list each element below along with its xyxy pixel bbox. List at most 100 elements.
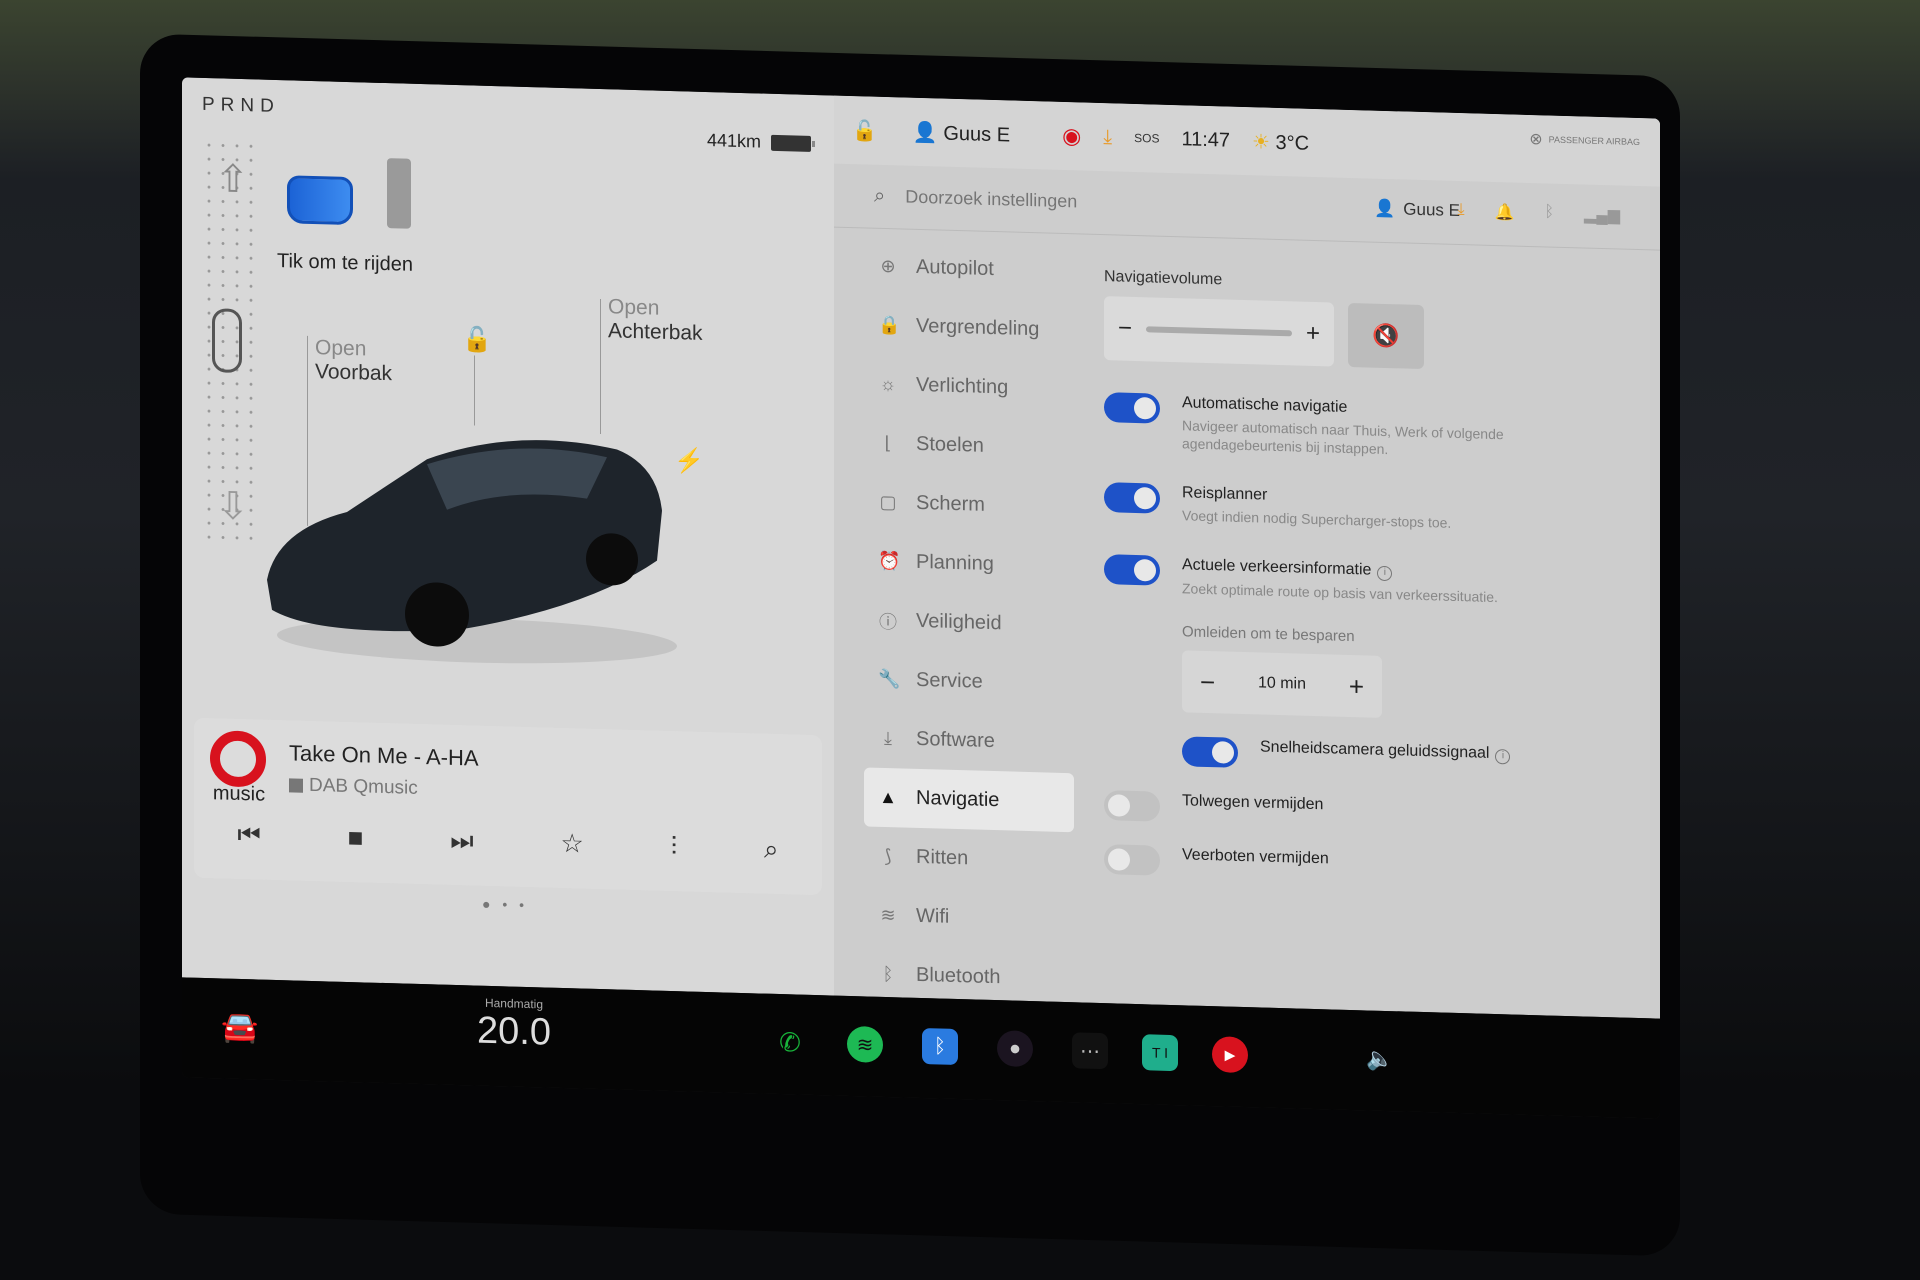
display-icon: ▢: [879, 491, 897, 513]
trip-planner-option: Reisplanner Voegt indien nodig Superchar…: [1104, 482, 1624, 537]
favorite-star-button[interactable]: ☆: [560, 828, 583, 861]
open-trunk-button[interactable]: Open Achterbak: [608, 295, 703, 346]
detour-increase-button[interactable]: +: [1349, 670, 1364, 701]
car-model-image[interactable]: [257, 409, 677, 671]
sidebar-item-stoelen[interactable]: ⌊ Stoelen: [864, 413, 1074, 478]
settings-panel: 🔓 👤 Guus E ◉ ⤓ SOS 11:47 ☀ 3°C ⊗ PASSENGE…: [834, 95, 1660, 1019]
detour-label: Omleiden om te besparen: [1182, 623, 1355, 646]
sidebar-item-service[interactable]: 🔧 Service: [864, 649, 1074, 714]
qmusic-logo-text: music: [212, 782, 266, 806]
sidebar-item-software[interactable]: ⤓ Software: [864, 708, 1074, 773]
settings-profile[interactable]: 👤 Guus E: [1374, 199, 1460, 221]
more-apps-icon[interactable]: ⋯: [1072, 1032, 1108, 1070]
bell-icon[interactable]: 🔔: [1495, 202, 1515, 223]
qmusic-ring-icon: [210, 730, 266, 788]
avoid-ferries-option: Veerboten vermijden: [1104, 844, 1624, 889]
sidebar-item-wifi[interactable]: ≋ Wifi: [864, 885, 1074, 950]
volume-icon[interactable]: 🔈: [1362, 1040, 1398, 1077]
sidebar-item-vergrendeling[interactable]: 🔒 Vergrendeling: [864, 295, 1074, 360]
nav-volume-control: − +: [1104, 296, 1334, 367]
mute-button[interactable]: 🔇: [1348, 302, 1424, 370]
trip-planner-title: Reisplanner: [1182, 484, 1268, 504]
avoid-ferries-title: Veerboten vermijden: [1182, 846, 1329, 868]
station-name: DAB Qmusic: [289, 774, 418, 800]
speed-camera-toggle[interactable]: [1182, 736, 1238, 768]
accelerator-pedal-icon: [387, 158, 411, 229]
sidebar-item-planning[interactable]: ⏰ Planning: [864, 531, 1074, 596]
sidebar-item-label: Bluetooth: [916, 963, 1001, 989]
touchscreen: PRND 441km ⇧ ⇩ Tik om te rijden Open Voo…: [182, 77, 1660, 1119]
volume-up-button[interactable]: +: [1306, 320, 1320, 348]
settings-profile-name: Guus E: [1403, 199, 1460, 221]
sidebar-item-verlichting[interactable]: ☼ Verlichting: [864, 354, 1074, 419]
frunk-label: Voorbak: [315, 360, 393, 386]
speed-camera-option: Snelheidscamera geluidssignaal i: [1182, 736, 1624, 778]
equalizer-button[interactable]: ⫶: [671, 831, 678, 863]
previous-track-button[interactable]: ⏮: [237, 819, 260, 852]
car-panel: PRND 441km ⇧ ⇩ Tik om te rijden Open Voo…: [182, 77, 834, 996]
sun-icon: ☀: [1252, 130, 1270, 154]
avoid-tolls-toggle[interactable]: [1104, 790, 1160, 822]
sidebar-item-scherm[interactable]: ▢ Scherm: [864, 472, 1074, 537]
phone-icon[interactable]: ✆: [772, 1024, 808, 1061]
user-icon: 👤: [1374, 198, 1396, 219]
media-search-button[interactable]: ⌕: [764, 834, 779, 866]
info-icon[interactable]: i: [1377, 565, 1393, 582]
lte-signal-icon: ▂▄▆: [1584, 206, 1620, 225]
avoid-ferries-toggle[interactable]: [1104, 844, 1160, 876]
sidebar-item-label: Stoelen: [916, 432, 984, 457]
auto-nav-toggle[interactable]: [1104, 392, 1160, 424]
unlock-icon[interactable]: 🔓: [462, 325, 492, 355]
clock: 11:47: [1181, 127, 1231, 152]
charge-port-icon[interactable]: ⚡: [674, 446, 704, 476]
nav-volume-slider[interactable]: [1146, 326, 1292, 337]
trip-planner-toggle[interactable]: [1104, 482, 1160, 514]
spotify-icon[interactable]: ≋: [847, 1025, 883, 1063]
traffic-title: Actuele verkeersinformatie: [1182, 556, 1372, 579]
passenger-airbag-indicator: ⊗ PASSENGER AIRBAG: [1529, 129, 1640, 152]
sidebar-item-veiligheid[interactable]: ⓘ Veiligheid: [864, 590, 1074, 655]
page-indicator[interactable]: ● • •: [482, 896, 528, 913]
sos-icon[interactable]: SOS: [1134, 131, 1159, 146]
sidebar-item-ritten[interactable]: ⟆ Ritten: [864, 826, 1074, 891]
speaker-mute-icon: 🔇: [1372, 322, 1400, 349]
wrench-icon: 🔧: [878, 668, 901, 690]
trip-planner-desc: Voegt indien nodig Supercharger-stops to…: [1182, 507, 1452, 531]
toybox-icon[interactable]: T I: [1142, 1034, 1178, 1072]
detour-decrease-button[interactable]: −: [1200, 666, 1215, 697]
sidebar-item-label: Autopilot: [916, 255, 994, 281]
sidebar-item-label: Vergrendeling: [916, 314, 1040, 341]
arrow-up-icon: ⇧: [217, 158, 249, 202]
brake-pedal-icon[interactable]: [287, 175, 353, 226]
download-icon[interactable]: ⤓: [1457, 201, 1464, 221]
car-controls-icon[interactable]: 🚘: [221, 1008, 258, 1045]
sidebar-item-autopilot[interactable]: ⊕ Autopilot: [864, 236, 1074, 301]
user-profile-button[interactable]: 👤 Guus E: [913, 119, 1010, 147]
open-frunk-button[interactable]: Open Voorbak: [315, 336, 392, 386]
download-icon[interactable]: ⤓: [1103, 126, 1112, 149]
alarm-icon: ⏰: [878, 550, 901, 572]
stop-button[interactable]: ■: [348, 822, 364, 854]
unlock-status-icon[interactable]: 🔓: [852, 118, 877, 144]
camera-icon[interactable]: ●: [997, 1030, 1033, 1068]
dashcam-record-icon[interactable]: ◉: [1062, 123, 1081, 150]
sidebar-item-navigatie[interactable]: ▲ Navigatie: [864, 767, 1074, 833]
lock-icon: 🔒: [878, 314, 901, 336]
airbag-label: PASSENGER AIRBAG: [1548, 134, 1640, 148]
traffic-desc: Zoekt optimale route op basis van verkee…: [1182, 580, 1498, 606]
youtube-music-icon[interactable]: ▶: [1212, 1036, 1248, 1074]
radio-icon: [289, 778, 303, 793]
sidebar-item-label: Ritten: [916, 845, 969, 870]
weather: ☀ 3°C: [1252, 129, 1309, 156]
info-icon[interactable]: i: [1495, 749, 1511, 765]
climate-control[interactable]: Handmatig 20.0: [477, 996, 551, 1055]
gear-selector[interactable]: PRND: [202, 94, 280, 118]
bluetooth-app-icon[interactable]: ᛒ: [922, 1028, 958, 1066]
traffic-toggle[interactable]: [1104, 554, 1160, 586]
settings-search-input[interactable]: [905, 186, 1206, 216]
volume-down-button[interactable]: −: [1118, 315, 1132, 343]
next-track-button[interactable]: ⏭: [450, 825, 473, 858]
bluetooth-icon[interactable]: ᛒ: [1544, 203, 1554, 223]
nav-volume-row: − + 🔇: [1104, 296, 1624, 375]
range-indicator: 441km: [707, 130, 812, 154]
